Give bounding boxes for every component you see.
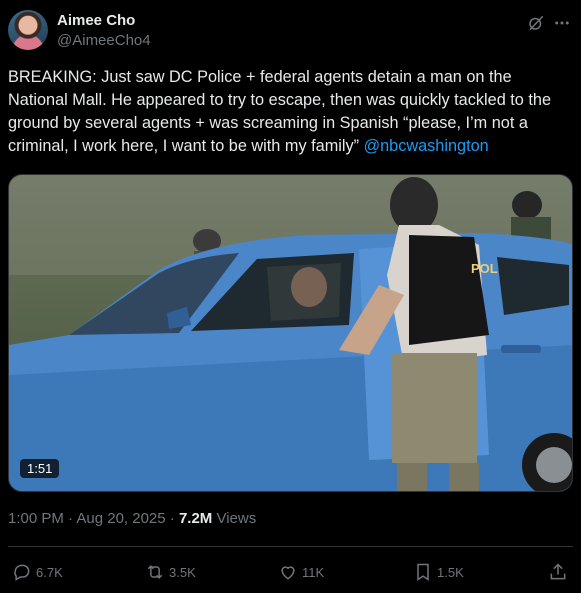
share-icon [550,563,566,580]
bookmark-count: 1.5K [437,564,464,580]
timestamp[interactable]: 1:00 PM · Aug 20, 2025 · [8,510,179,527]
repost-button[interactable]: 3.5K [145,560,196,584]
author-name[interactable]: Aimee Cho [57,12,135,29]
tweet-meta: 1:00 PM · Aug 20, 2025 · 7.2M Views [8,510,256,527]
reply-count: 6.7K [36,564,63,580]
reply-button[interactable]: 6.7K [12,560,63,584]
like-count: 11K [302,564,325,580]
video-frame: POL [9,175,572,491]
action-bar: 6.7K 3.5K 11K 1.5K [8,560,573,584]
divider [8,546,573,547]
reply-icon [14,564,30,581]
bookmark-icon [417,563,429,581]
tweet-text: BREAKING: Just saw DC Police + federal a… [8,66,574,158]
video-player[interactable]: POL 1:51 [8,174,573,492]
more-icon[interactable] [553,14,571,32]
video-duration: 1:51 [20,459,60,478]
avatar[interactable] [8,10,48,50]
mention-link[interactable]: @nbcwashington [364,137,489,155]
repost-icon [147,565,163,579]
author-handle[interactable]: @AimeeCho4 [57,32,151,49]
tweet-header: Aimee Cho @AimeeCho4 [8,10,573,54]
views-label: Views [212,510,257,527]
grok-icon[interactable] [527,14,545,32]
like-button[interactable]: 11K [278,560,324,584]
repost-count: 3.5K [169,564,196,580]
bookmark-button[interactable]: 1.5K [413,560,464,584]
share-button[interactable] [548,560,568,584]
views-count: 7.2M [178,510,213,527]
vest-text: POL [471,261,498,276]
heart-icon [281,566,295,580]
